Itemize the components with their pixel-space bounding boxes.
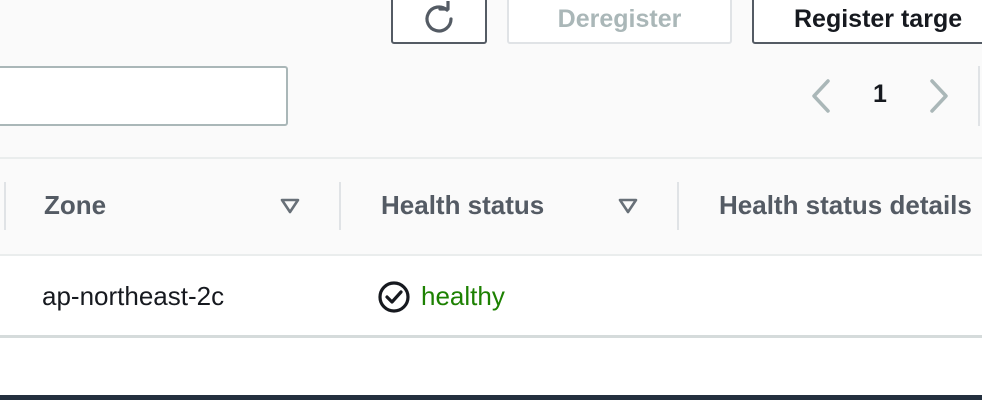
sort-icon[interactable] [279,196,301,216]
refresh-button[interactable] [391,0,487,44]
pagination-divider [978,66,980,126]
column-separator [339,182,341,230]
health-status-value: healthy [421,281,505,311]
column-separator [677,182,679,230]
previous-page-button[interactable] [806,74,836,118]
chevron-right-icon [930,79,948,113]
register-targets-button-label: Register targe [794,4,963,33]
column-header-zone[interactable]: Zone [44,190,106,221]
register-targets-button[interactable]: Register targe [752,0,982,44]
column-header-health-status[interactable]: Health status [381,190,544,221]
filter-input[interactable] [0,66,288,126]
column-header-health-status-details: Health status details [719,190,972,220]
current-page-number[interactable]: 1 [866,80,894,109]
zone-cell: ap-northeast-2c [42,281,225,311]
deregister-button-label: Deregister [557,4,682,33]
table-bottom-border [0,335,982,338]
deregister-button[interactable]: Deregister [507,0,732,44]
column-separator [4,182,6,230]
next-page-button[interactable] [924,74,954,118]
page-footer-bar [0,395,982,400]
chevron-left-icon [812,79,830,113]
refresh-icon [425,1,453,33]
sort-icon[interactable] [617,196,639,216]
check-circle-icon [378,281,410,313]
